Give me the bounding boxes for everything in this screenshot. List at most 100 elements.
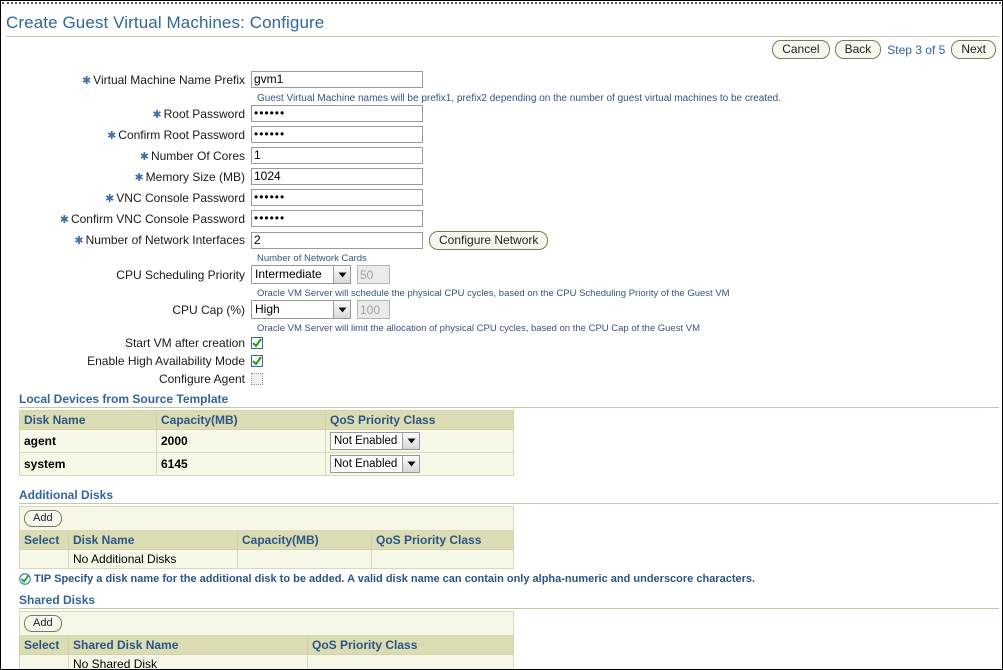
title-divider — [6, 36, 999, 37]
wizard-action-bar: Cancel Back Step 3 of 5 Next — [772, 40, 996, 59]
additional-disks-table: Add Select Disk Name Capacity(MB) QoS Pr… — [19, 506, 514, 569]
add-shared-disk-button[interactable]: Add — [24, 615, 62, 632]
window-top-border — [2, 2, 1001, 6]
configure-form: ✱Virtual Machine Name Prefix Guest Virtu… — [1, 71, 1002, 389]
cell-empty-text: No Additional Disks — [68, 549, 238, 569]
next-button[interactable]: Next — [951, 40, 996, 59]
shared-disks-title: Shared Disks — [19, 593, 96, 607]
shared-disks-toolbar-row: Add — [19, 611, 514, 636]
required-marker: ✱ — [105, 193, 115, 205]
root-password-input[interactable] — [251, 105, 423, 122]
cpu-cap-value-input[interactable] — [357, 300, 390, 319]
additional-disks-title: Additional Disks — [19, 488, 114, 502]
required-marker: ✱ — [134, 172, 144, 184]
vnc-console-password-input[interactable] — [251, 189, 423, 206]
hint-cpu-cap: Oracle VM Server will limit the allocati… — [257, 323, 700, 334]
additional-disks-section: Additional Disks Add Select Disk Name Ca… — [19, 488, 999, 585]
application-window: Create Guest Virtual Machines: Configure… — [0, 0, 1003, 670]
table-row: system 6145 Not Enabled — [19, 452, 514, 476]
form-row-confirm-vnc-console-password: ✱ Confirm VNC Console Password — [1, 210, 1002, 231]
cpu-scheduling-priority-select[interactable]: Intermediate — [251, 265, 351, 284]
form-row-cpu-cap: CPU Cap (%) High — [1, 300, 1002, 322]
column-qos-priority-class: QoS Priority Class — [325, 410, 514, 430]
chevron-down-icon — [402, 456, 419, 472]
chevron-down-icon — [402, 433, 419, 449]
label-cpu-scheduling-priority: CPU Scheduling Priority — [116, 268, 245, 282]
tip-text: Specify a disk name for the additional d… — [54, 573, 756, 585]
add-additional-disk-button[interactable]: Add — [24, 510, 62, 527]
cpu-cap-select[interactable]: High — [251, 300, 351, 319]
chevron-down-icon — [333, 266, 350, 283]
local-devices-divider — [19, 407, 999, 408]
back-button[interactable]: Back — [834, 40, 882, 59]
form-row-configure-agent: Configure Agent — [1, 371, 1002, 389]
label-root-password: ✱ Root Password — [152, 107, 245, 121]
cell-disk-name: agent — [19, 429, 157, 453]
configure-agent-checkbox[interactable] — [251, 373, 263, 385]
shared-disks-divider — [19, 608, 999, 609]
local-devices-section: Local Devices from Source Template Disk … — [19, 392, 999, 476]
wizard-step-indicator: Step 3 of 5 — [887, 42, 946, 57]
column-disk-name: Disk Name — [68, 530, 238, 550]
label-vm-name-prefix: ✱ Virtual Machine Name Prefix — [81, 73, 245, 87]
label-confirm-vnc-console-password: ✱ Confirm VNC Console Password — [59, 212, 245, 226]
qos-priority-class-value: Not Enabled — [334, 435, 398, 447]
column-select: Select — [19, 530, 69, 550]
column-disk-name: Disk Name — [19, 410, 157, 430]
form-row-root-password: ✱ Root Password — [1, 105, 1002, 126]
required-marker: ✱ — [74, 235, 84, 247]
cancel-button[interactable]: Cancel — [772, 40, 830, 59]
cpu-scheduling-priority-value-input[interactable] — [357, 265, 390, 284]
label-memory-size: ✱ Memory Size (MB) — [134, 170, 245, 184]
cell-capacity: 2000 — [156, 429, 326, 453]
required-marker: ✱ — [81, 75, 92, 87]
form-row-cpu-scheduling-priority: CPU Scheduling Priority Intermediate — [1, 265, 1002, 287]
form-row-number-of-cores: ✱ Number Of Cores — [1, 147, 1002, 168]
label-number-of-cores: ✱ Number Of Cores — [139, 149, 245, 163]
required-marker: ✱ — [152, 109, 162, 121]
hint-vm-name-prefix: Guest Virtual Machine names will be pref… — [257, 93, 781, 104]
column-shared-disk-name: Shared Disk Name — [68, 635, 308, 655]
local-devices-table: Disk Name Capacity(MB) QoS Priority Clas… — [19, 410, 514, 476]
table-row: No Shared Disk — [19, 654, 514, 669]
confirm-vnc-console-password-input[interactable] — [251, 210, 423, 227]
column-select: Select — [19, 635, 69, 655]
label-number-of-network-interfaces: ✱ Number of Network Interfaces — [74, 233, 245, 247]
cell-capacity: 6145 — [156, 452, 326, 476]
form-row-enable-high-availability: Enable High Availability Mode — [1, 353, 1002, 371]
qos-priority-class-select[interactable]: Not Enabled — [330, 455, 420, 473]
start-vm-after-creation-checkbox[interactable] — [251, 337, 263, 349]
vm-name-prefix-input[interactable] — [251, 71, 423, 88]
cell-qos — [371, 549, 514, 569]
form-row-memory-size: ✱ Memory Size (MB) — [1, 168, 1002, 189]
label-vnc-console-password: ✱ VNC Console Password — [105, 191, 245, 205]
cell-qos: Not Enabled — [325, 429, 514, 453]
required-marker: ✱ — [107, 130, 117, 142]
additional-disks-toolbar-row: Add — [19, 506, 514, 531]
additional-disks-tip: TIP Specify a disk name for the addition… — [19, 573, 999, 585]
enable-high-availability-mode-checkbox[interactable] — [251, 355, 263, 367]
column-qos-priority-class: QoS Priority Class — [371, 530, 514, 550]
configure-network-button[interactable]: Configure Network — [429, 231, 549, 250]
qos-priority-class-select[interactable]: Not Enabled — [330, 432, 420, 450]
cell-capacity — [237, 549, 372, 569]
form-row-vnc-console-password: ✱ VNC Console Password — [1, 189, 1002, 210]
column-capacity: Capacity(MB) — [237, 530, 372, 550]
memory-size-input[interactable] — [251, 168, 423, 185]
column-capacity: Capacity(MB) — [156, 410, 326, 430]
hint-network-cards: Number of Network Cards — [257, 253, 367, 264]
label-start-vm-after-creation: Start VM after creation — [124, 336, 245, 350]
confirm-root-password-input[interactable] — [251, 126, 423, 143]
tip-check-circle-icon — [19, 573, 31, 585]
column-qos-priority-class: QoS Priority Class — [307, 635, 514, 655]
shared-disks-toolbar-cell: Add — [19, 611, 514, 636]
number-of-network-interfaces-input[interactable] — [251, 232, 423, 249]
table-header-row: Select Disk Name Capacity(MB) QoS Priori… — [19, 530, 514, 550]
cell-qos: Not Enabled — [325, 452, 514, 476]
table-row: agent 2000 Not Enabled — [19, 429, 514, 453]
table-row: No Additional Disks — [19, 549, 514, 569]
number-of-cores-input[interactable] — [251, 147, 423, 164]
label-confirm-root-password: ✱ Confirm Root Password — [107, 128, 245, 142]
cell-select — [19, 549, 69, 569]
table-header-row: Disk Name Capacity(MB) QoS Priority Clas… — [19, 410, 514, 430]
